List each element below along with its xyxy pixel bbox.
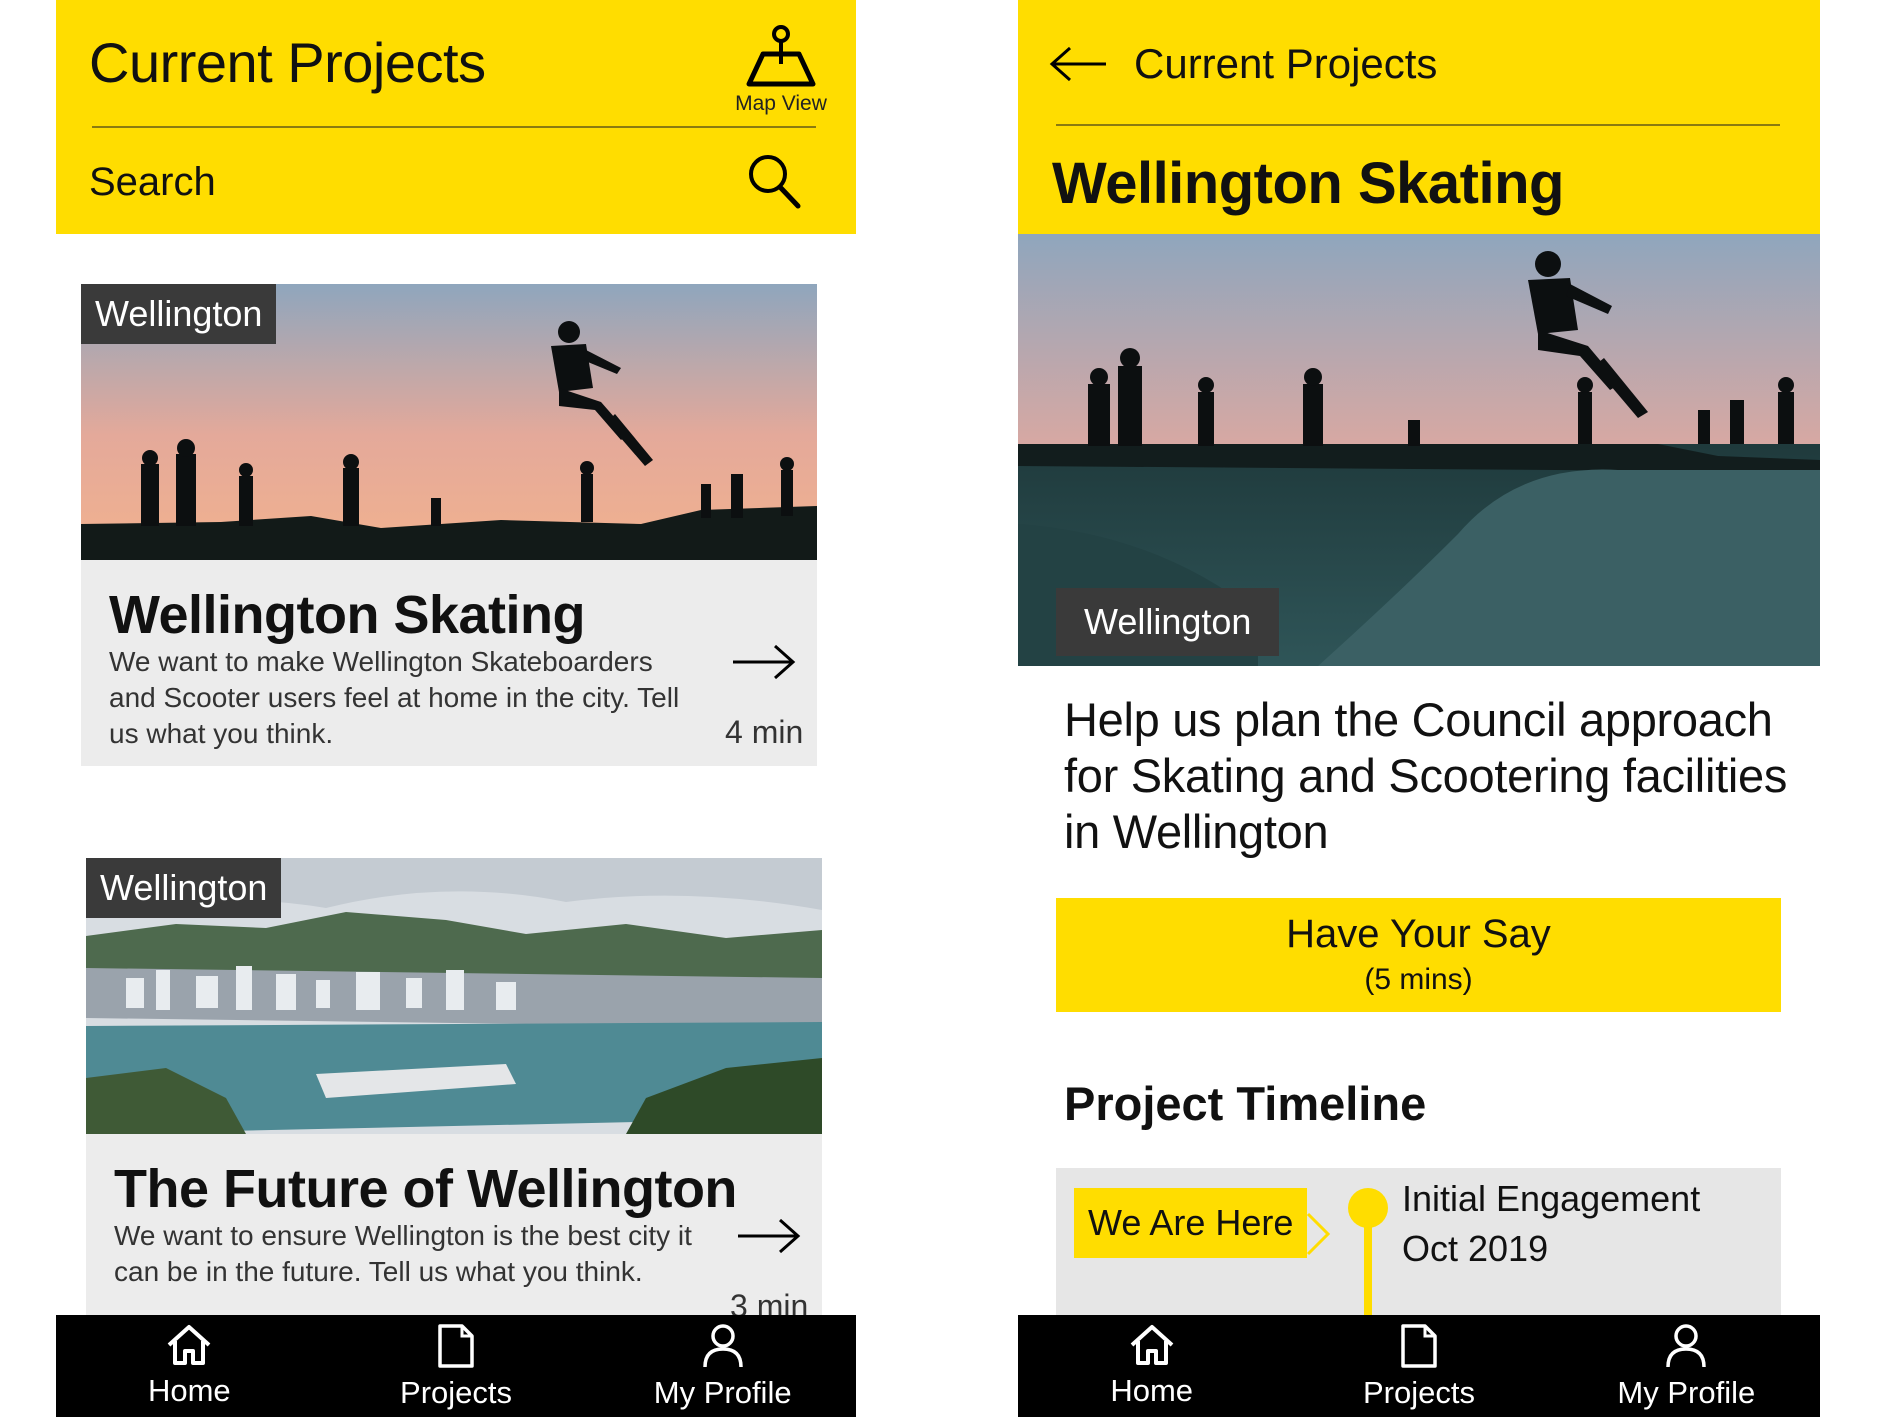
nav-label: My Profile	[1617, 1375, 1756, 1410]
nav-home[interactable]: Home	[56, 1315, 323, 1417]
project-card-future[interactable]: Wellington The Future of Wellington We w…	[86, 858, 822, 1340]
nav-my-profile[interactable]: My Profile	[1553, 1315, 1820, 1417]
skatepark-photo: Wellington	[81, 284, 817, 560]
project-card-skating[interactable]: Wellington Wellington Skating We want to…	[81, 284, 817, 766]
document-icon	[438, 1324, 474, 1368]
card-title: Wellington Skating	[109, 585, 586, 645]
location-tag: Wellington	[81, 284, 277, 344]
we-are-here-badge: We Are Here	[1074, 1188, 1308, 1258]
nav-projects[interactable]: Projects	[323, 1315, 590, 1417]
nav-label: Home	[1110, 1373, 1194, 1408]
bottom-nav: Home Projects My Profile	[1018, 1315, 1820, 1417]
card-description: We want to make Wellington Skateboarders…	[109, 646, 680, 749]
header-divider	[1056, 124, 1780, 126]
home-icon	[1130, 1325, 1173, 1365]
project-timeline: We Are Here Initial Engagement Oct 2019	[1056, 1168, 1781, 1323]
nav-label: My Profile	[653, 1375, 792, 1410]
timeline-heading: Project Timeline	[1064, 1077, 1427, 1130]
timeline-stage: Initial Engagement	[1402, 1178, 1701, 1219]
card-title: The Future of Wellington	[114, 1159, 737, 1219]
have-your-say-button[interactable]: Have Your Say (5 mins)	[1056, 898, 1781, 1012]
location-tag: Wellington	[1056, 588, 1280, 656]
duration-label: 4 min	[725, 714, 804, 750]
search-field[interactable]: Search	[89, 160, 216, 205]
skatepark-hero-photo: Wellington	[1018, 234, 1820, 666]
cta-duration: (5 mins)	[1364, 963, 1473, 996]
cta-label: Have Your Say	[1286, 912, 1551, 956]
search-icon[interactable]	[746, 152, 802, 210]
nav-label: Projects	[1363, 1375, 1475, 1410]
nav-label: Projects	[400, 1375, 512, 1410]
nav-home[interactable]: Home	[1018, 1315, 1285, 1417]
bottom-nav: Home Projects My Profile	[56, 1315, 856, 1417]
arrow-right-icon[interactable]	[736, 1216, 802, 1256]
chevron-right-icon	[1306, 1212, 1331, 1256]
city-harbour-photo: Wellington	[86, 858, 822, 1134]
back-arrow-icon[interactable]	[1048, 44, 1108, 84]
header: Current Projects Map View Search	[56, 0, 856, 234]
document-icon	[1401, 1324, 1437, 1368]
timeline-date: Oct 2019	[1402, 1228, 1549, 1269]
home-icon	[167, 1325, 211, 1365]
map-view-button[interactable]: Map View	[716, 24, 846, 120]
nav-my-profile[interactable]: My Profile	[589, 1315, 856, 1417]
back-link[interactable]: Current Projects	[1134, 40, 1437, 88]
page-title: Current Projects	[89, 31, 486, 94]
arrow-right-icon[interactable]	[731, 642, 797, 682]
header-divider	[92, 126, 816, 128]
timeline-dot	[1348, 1188, 1388, 1228]
location-tag: Wellington	[86, 858, 282, 918]
map-pin-icon	[746, 25, 816, 87]
nav-projects[interactable]: Projects	[1285, 1315, 1552, 1417]
page-title: Wellington Skating	[1052, 151, 1564, 216]
project-description: Help us plan the Council approach for Sk…	[1064, 693, 1788, 858]
nav-label: Home	[147, 1373, 231, 1408]
card-description: We want to ensure Wellington is the best…	[114, 1220, 692, 1287]
header: Current Projects Wellington Skating	[1018, 0, 1820, 234]
project-detail-screen: Current Projects Wellington Skating Well…	[1018, 0, 1820, 1417]
user-icon	[1666, 1324, 1707, 1368]
projects-list-screen: Current Projects Map View Search Welling…	[56, 0, 856, 1417]
map-view-label: Map View	[735, 92, 827, 115]
user-icon	[702, 1324, 743, 1368]
